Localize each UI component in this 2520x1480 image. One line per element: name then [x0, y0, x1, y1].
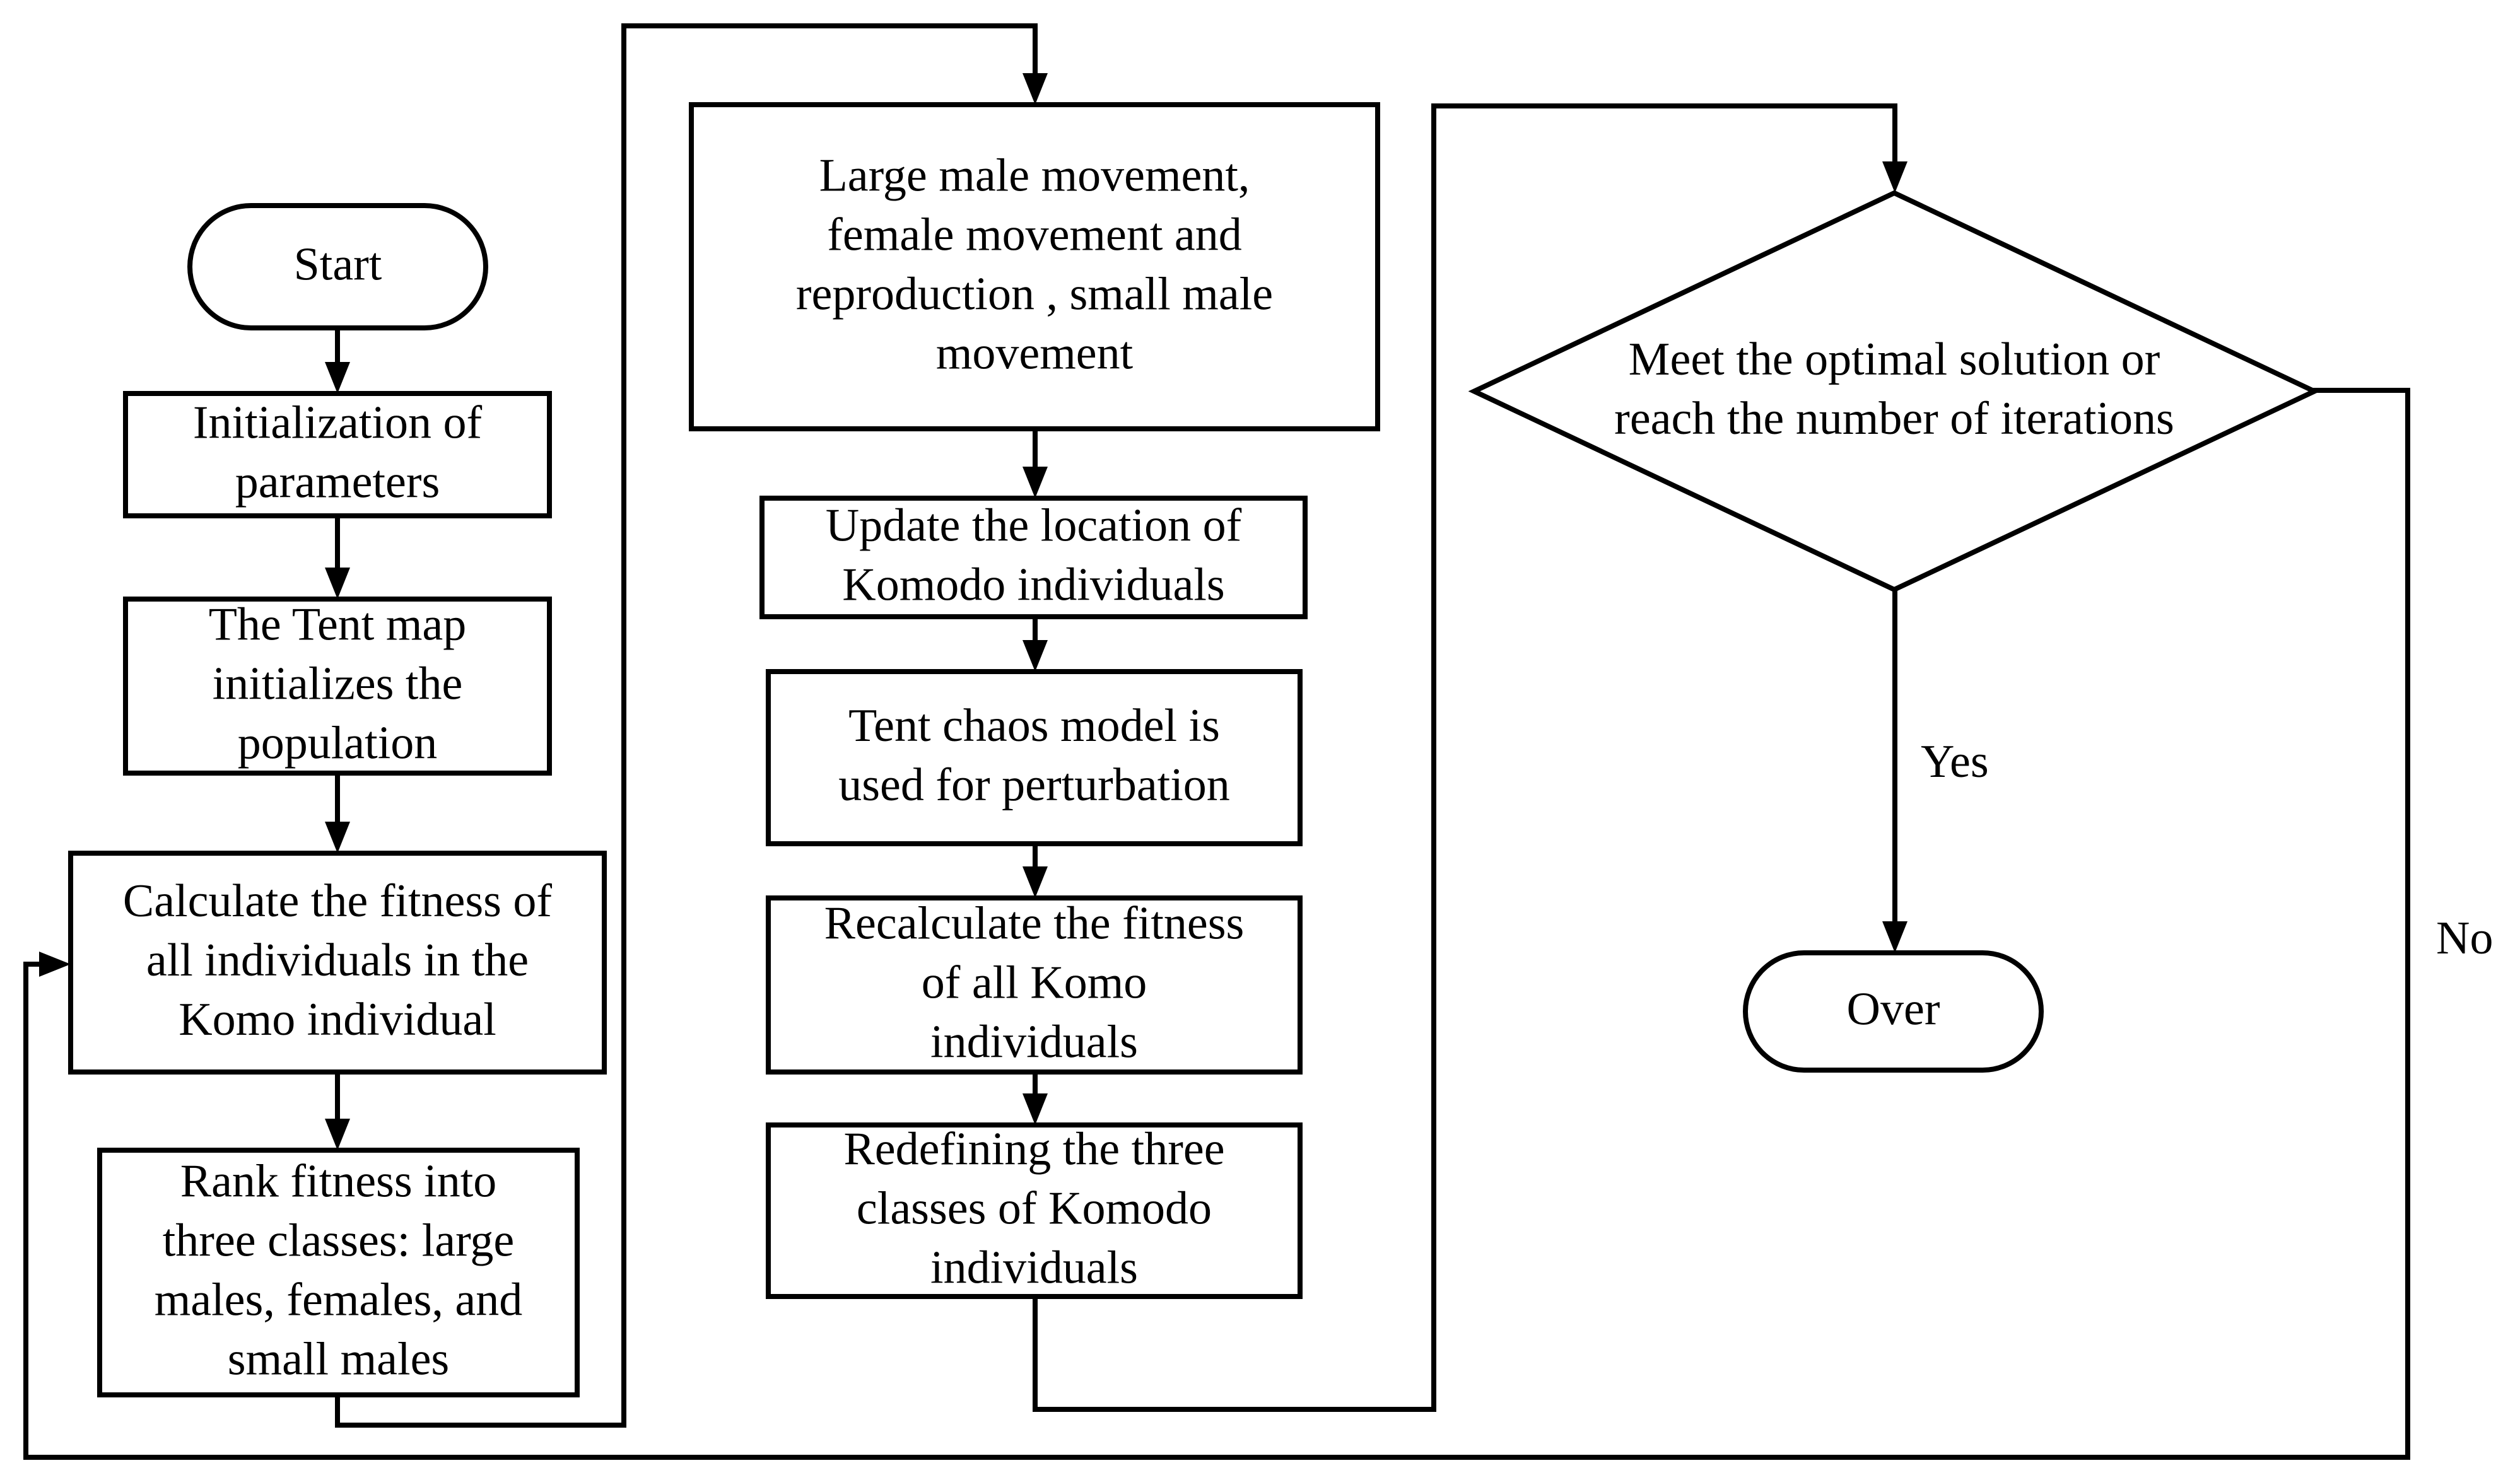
- process-shape: [766, 669, 1303, 846]
- flowchart: Start Initialization of parameters The Tent…: [23, 23, 2493, 1460]
- node-label-line: Initialization of: [193, 397, 483, 449]
- node-start: Start: [187, 203, 488, 330]
- node-update-location: Update the location of Komodo individuals: [759, 496, 1308, 619]
- node-label-line: initializes the: [213, 658, 463, 710]
- node-decision: Meet the optimal solution or reach the nu…: [1468, 190, 2321, 593]
- node-label-line: Komo individual: [179, 994, 496, 1046]
- arrowhead-icon: [325, 822, 350, 853]
- edge-tentchaos-recalc: [1023, 841, 1048, 898]
- node-label-line: Komodo individuals: [842, 559, 1224, 611]
- edge-start-init: [325, 325, 350, 393]
- node-label-line: Start: [294, 239, 382, 291]
- node-label-line: Large male movement,: [819, 150, 1250, 202]
- arrowhead-icon: [325, 362, 350, 393]
- arrowhead-icon: [39, 952, 71, 977]
- edge-update-tentchaos: [1023, 614, 1048, 672]
- node-label-line: all individuals in the: [146, 935, 529, 986]
- node-label-line: The Tent map: [209, 599, 467, 651]
- node-label-line: Rank fitness into: [180, 1156, 497, 1208]
- node-recalc-fitness: Recalculate the fitness of all Komo indivi…: [766, 895, 1303, 1075]
- node-label-line: Tent chaos model is: [848, 700, 1220, 752]
- node-init-params: Initialization of parameters: [123, 391, 552, 518]
- node-label-line: reach the number of iterations: [1614, 393, 2174, 445]
- edge-calc-rank: [325, 1069, 350, 1150]
- node-label-line: movement: [936, 328, 1134, 380]
- node-label-line: individuals: [930, 1242, 1138, 1294]
- edge-init-tent: [325, 513, 350, 599]
- edge-movement-update: [1023, 426, 1048, 498]
- node-label-line: Recalculate the fitness: [824, 898, 1245, 950]
- node-label-line: three classes: large: [163, 1215, 515, 1267]
- node-label-line: female movement and: [827, 209, 1242, 261]
- node-label-line: males, females, and: [155, 1274, 523, 1326]
- edge-tent-calc: [325, 771, 350, 853]
- node-label-line: Redefining the three: [843, 1124, 1224, 1175]
- node-label-line: parameters: [235, 457, 440, 508]
- arrowhead-icon: [1023, 866, 1048, 898]
- arrowhead-icon: [1882, 921, 1908, 953]
- arrowhead-icon: [1023, 640, 1048, 672]
- arrowhead-icon: [325, 1119, 350, 1150]
- node-label-line: Over: [1847, 984, 1940, 1035]
- edge-label-no: No: [2436, 912, 2493, 964]
- node-redefine-classes: Redefining the three classes of Komodo ind…: [766, 1122, 1303, 1299]
- edge-recalc-redefine: [1023, 1069, 1048, 1125]
- edge-label-yes: Yes: [1921, 736, 1989, 788]
- node-label-line: used for perturbation: [838, 759, 1230, 811]
- arrowhead-icon: [1882, 161, 1908, 193]
- node-label-line: Update the location of: [826, 500, 1242, 552]
- arrowhead-icon: [1023, 73, 1048, 105]
- arrowhead-icon: [325, 568, 350, 599]
- node-over: Over: [1743, 950, 2044, 1073]
- node-rank-fitness: Rank fitness into three classes: large mal…: [97, 1148, 580, 1397]
- node-movement: Large male movement, female movement and r…: [689, 102, 1380, 431]
- node-label-line: classes of Komodo: [857, 1183, 1212, 1235]
- node-label-line: Meet the optimal solution or: [1629, 334, 2160, 385]
- node-label-line: Calculate the fitness of: [123, 875, 553, 927]
- decision-shape: [1468, 190, 2321, 593]
- node-label-line: small males: [228, 1334, 449, 1385]
- node-label-line: of all Komo: [922, 957, 1147, 1009]
- node-calc-fitness: Calculate the fitness of all individuals …: [68, 851, 607, 1075]
- node-label-line: reproduction , small male: [796, 269, 1273, 320]
- node-label-line: population: [238, 718, 438, 769]
- arrowhead-icon: [1023, 1093, 1048, 1125]
- edge-decision-over-yes: [1882, 587, 1908, 953]
- node-tent-init: The Tent map initializes the population: [123, 597, 552, 776]
- node-tent-chaos: Tent chaos model is used for perturbation: [766, 669, 1303, 846]
- arrowhead-icon: [1023, 467, 1048, 498]
- node-label-line: individuals: [930, 1017, 1138, 1068]
